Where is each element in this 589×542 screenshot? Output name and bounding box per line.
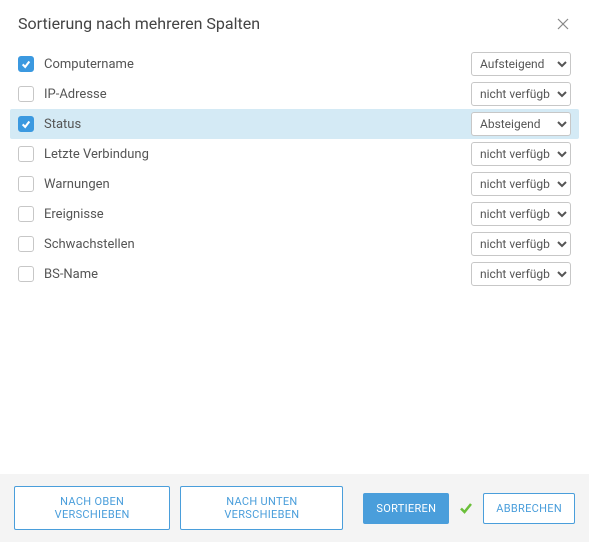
sort-direction-select[interactable]: AufsteigendAbsteigendnicht verfügbar: [471, 202, 571, 226]
move-up-button[interactable]: NACH OBEN VERSCHIEBEN: [14, 486, 170, 530]
sort-direction-select[interactable]: AufsteigendAbsteigendnicht verfügbar: [471, 112, 571, 136]
column-label: Status: [44, 117, 471, 132]
column-row[interactable]: IP-AdresseAufsteigendAbsteigendnicht ver…: [10, 79, 579, 109]
sort-button[interactable]: SORTIEREN: [363, 493, 449, 524]
column-row[interactable]: WarnungenAufsteigendAbsteigendnicht verf…: [10, 169, 579, 199]
column-label: IP-Adresse: [44, 87, 471, 102]
column-row[interactable]: BS-NameAufsteigendAbsteigendnicht verfüg…: [10, 259, 579, 289]
column-label: Warnungen: [44, 177, 471, 192]
sort-direction-select[interactable]: AufsteigendAbsteigendnicht verfügbar: [471, 172, 571, 196]
column-row[interactable]: SchwachstellenAufsteigendAbsteigendnicht…: [10, 229, 579, 259]
column-label: BS-Name: [44, 267, 471, 282]
cancel-button[interactable]: ABBRECHEN: [483, 493, 575, 524]
sort-direction-select[interactable]: AufsteigendAbsteigendnicht verfügbar: [471, 232, 571, 256]
column-checkbox[interactable]: [18, 56, 34, 72]
sort-direction-select[interactable]: AufsteigendAbsteigendnicht verfügbar: [471, 52, 571, 76]
column-checkbox[interactable]: [18, 266, 34, 282]
column-label: Ereignisse: [44, 207, 471, 222]
column-checkbox[interactable]: [18, 116, 34, 132]
close-button[interactable]: [555, 16, 571, 32]
column-label: Computername: [44, 57, 471, 72]
sort-direction-select[interactable]: AufsteigendAbsteigendnicht verfügbar: [471, 142, 571, 166]
column-row[interactable]: ComputernameAufsteigendAbsteigendnicht v…: [10, 49, 579, 79]
column-label: Letzte Verbindung: [44, 147, 471, 162]
sort-direction-select[interactable]: AufsteigendAbsteigendnicht verfügbar: [471, 82, 571, 106]
sort-direction-select[interactable]: AufsteigendAbsteigendnicht verfügbar: [471, 262, 571, 286]
column-checkbox[interactable]: [18, 176, 34, 192]
column-checkbox[interactable]: [18, 146, 34, 162]
dialog-title: Sortierung nach mehreren Spalten: [18, 14, 260, 33]
column-row[interactable]: StatusAufsteigendAbsteigendnicht verfügb…: [10, 109, 579, 139]
move-down-button[interactable]: NACH UNTEN VERSCHIEBEN: [180, 486, 343, 530]
checkmark-icon: [459, 501, 473, 515]
dialog-footer: NACH OBEN VERSCHIEBEN NACH UNTEN VERSCHI…: [0, 474, 589, 542]
column-checkbox[interactable]: [18, 236, 34, 252]
column-row[interactable]: EreignisseAufsteigendAbsteigendnicht ver…: [10, 199, 579, 229]
column-checkbox[interactable]: [18, 206, 34, 222]
close-icon: [557, 18, 569, 30]
column-checkbox[interactable]: [18, 86, 34, 102]
column-label: Schwachstellen: [44, 237, 471, 252]
column-list: ComputernameAufsteigendAbsteigendnicht v…: [0, 43, 589, 474]
dialog-header: Sortierung nach mehreren Spalten: [0, 0, 589, 43]
column-row[interactable]: Letzte VerbindungAufsteigendAbsteigendni…: [10, 139, 579, 169]
